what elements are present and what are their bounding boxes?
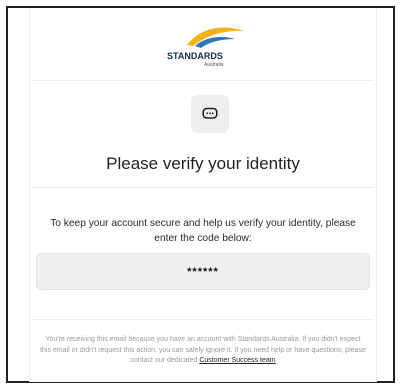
standards-australia-logo: STANDARDS Australia — [30, 21, 376, 73]
divider — [32, 80, 374, 81]
instruction-text: To keep your account secure and help us … — [50, 218, 356, 244]
verification-code-box: ****** — [36, 253, 370, 290]
email-card: STANDARDS Australia Please verify your i… — [29, 9, 377, 382]
divider — [32, 187, 374, 188]
email-frame: STANDARDS Australia Please verify your i… — [6, 6, 395, 383]
footer-text: You're receiving this email because you … — [40, 335, 366, 367]
divider — [32, 319, 374, 320]
verification-code: ****** — [187, 265, 219, 278]
customer-success-link[interactable]: Customer Success team — [199, 357, 275, 364]
logo-swoosh-icon: STANDARDS Australia — [167, 27, 244, 68]
page-title: Please verify your identity — [106, 154, 300, 173]
logo-name: STANDARDS — [167, 51, 223, 61]
chat-bubble-icon — [191, 95, 229, 133]
logo-subname: Australia — [204, 62, 224, 68]
